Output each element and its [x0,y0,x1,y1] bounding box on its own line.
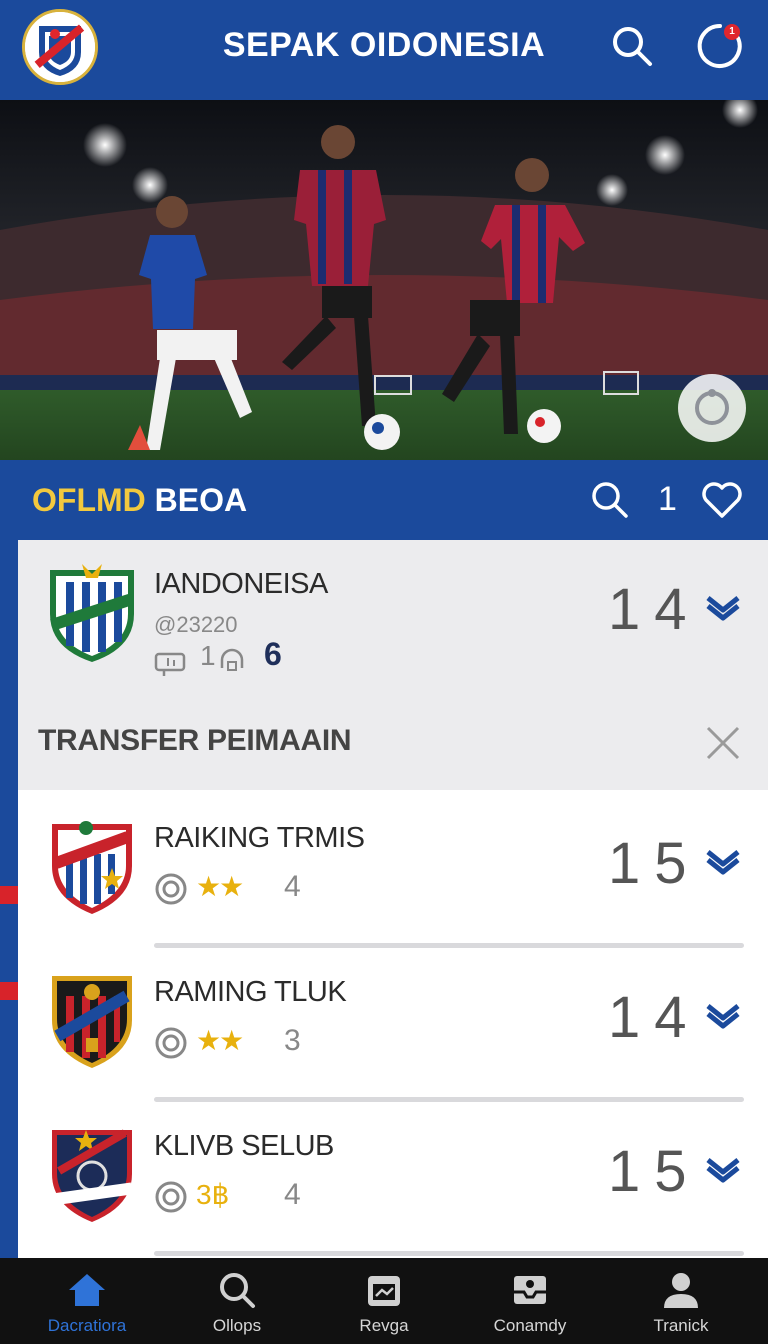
rating-number: 4 [284,870,301,903]
nav-item-calendar[interactable]: Revga [309,1258,459,1344]
target-icon [155,1027,187,1059]
hero-action-button[interactable] [678,374,746,442]
nav-label: Revga [359,1316,409,1335]
team-crest-icon [50,564,134,662]
list-item[interactable]: KLIVB SELUB 3฿ 4 15 [18,1102,768,1256]
stats-icon [154,652,186,676]
team-name: RAMING TLUK [154,976,347,1008]
chevron-down-icon[interactable] [704,1000,742,1030]
team-score: 14 [608,985,701,1050]
rating-number: 3 [284,1024,301,1057]
team-rating: ★★ 4 [154,870,354,910]
rating-stars: ★★ [196,871,244,902]
heart-icon[interactable] [700,478,744,520]
nav-label: Tranick [653,1316,709,1335]
list-item[interactable]: RAMING TLUK ★★ 3 14 [18,948,768,1102]
rating-stars: 3฿ [196,1179,230,1210]
notification-badge: 1 [724,24,740,40]
profile-icon [664,1273,698,1308]
target-icon [695,389,729,425]
hero-banner[interactable] [0,100,768,460]
featured-team-row[interactable]: IANDONEISA @23220 1 6 14 [18,540,768,694]
team-rating: 3฿ 4 [154,1178,354,1218]
stadium-photo [0,100,768,460]
home-icon [69,1274,105,1306]
chevron-down-icon[interactable] [704,1154,742,1184]
rating-number: 4 [284,1178,301,1211]
team-crest-icon [51,1129,133,1222]
section-search-icon[interactable] [588,478,630,520]
nav-label: Conamdy [493,1316,567,1335]
side-marker [0,982,18,1000]
row-divider [154,1251,744,1256]
nav-label: Ollops [212,1316,262,1335]
team-name: KLIVB SELUB [154,1130,334,1162]
nav-item-profile[interactable]: Tranick [606,1258,756,1344]
bottom-nav: Dacratiora Ollops Revga Conamdy Tranick [0,1258,768,1344]
team-crest-icon [52,976,132,1068]
nav-item-home[interactable]: Dacratiora [12,1258,162,1344]
list-item[interactable]: RAIKING TRMIS ★★ 4 15 [18,794,768,948]
inbox-icon [514,1276,546,1304]
team-name: IANDONEISA [154,568,328,600]
target-icon [155,873,187,905]
section-count: 1 [658,480,677,518]
headset-icon [220,648,244,671]
chevron-down-icon[interactable] [704,592,742,622]
nav-label: Dacratiora [47,1316,127,1335]
search-icon [220,1273,255,1308]
rating-stars: ★★ [196,1025,244,1056]
nav-item-inbox[interactable]: Conamdy [455,1258,605,1344]
team-crest-icon [52,821,132,914]
close-icon[interactable] [704,724,742,762]
target-icon [155,1181,187,1213]
team-rating: ★★ 3 [154,1024,354,1064]
team-score: 15 [608,1139,701,1204]
team-score: 14 [608,577,701,642]
team-meta: @23220 [154,612,238,637]
search-icon[interactable] [608,22,656,70]
at-icon: @ [154,612,177,637]
transfer-heading: TRANSFER PEIMAAIN [38,724,352,757]
chevron-down-icon[interactable] [704,846,742,876]
side-marker [0,886,18,904]
notification-button[interactable]: 1 [696,22,744,70]
app-header: SEPAK OIDONESIA 1 [0,0,768,100]
section-bar: OFLMD BEOA 1 [0,460,768,540]
calendar-icon [368,1276,400,1306]
section-title: OFLMD BEOA [32,482,248,518]
team-score: 15 [608,831,701,896]
nav-item-search[interactable]: Ollops [162,1258,312,1344]
team-name: RAIKING TRMIS [154,822,365,854]
